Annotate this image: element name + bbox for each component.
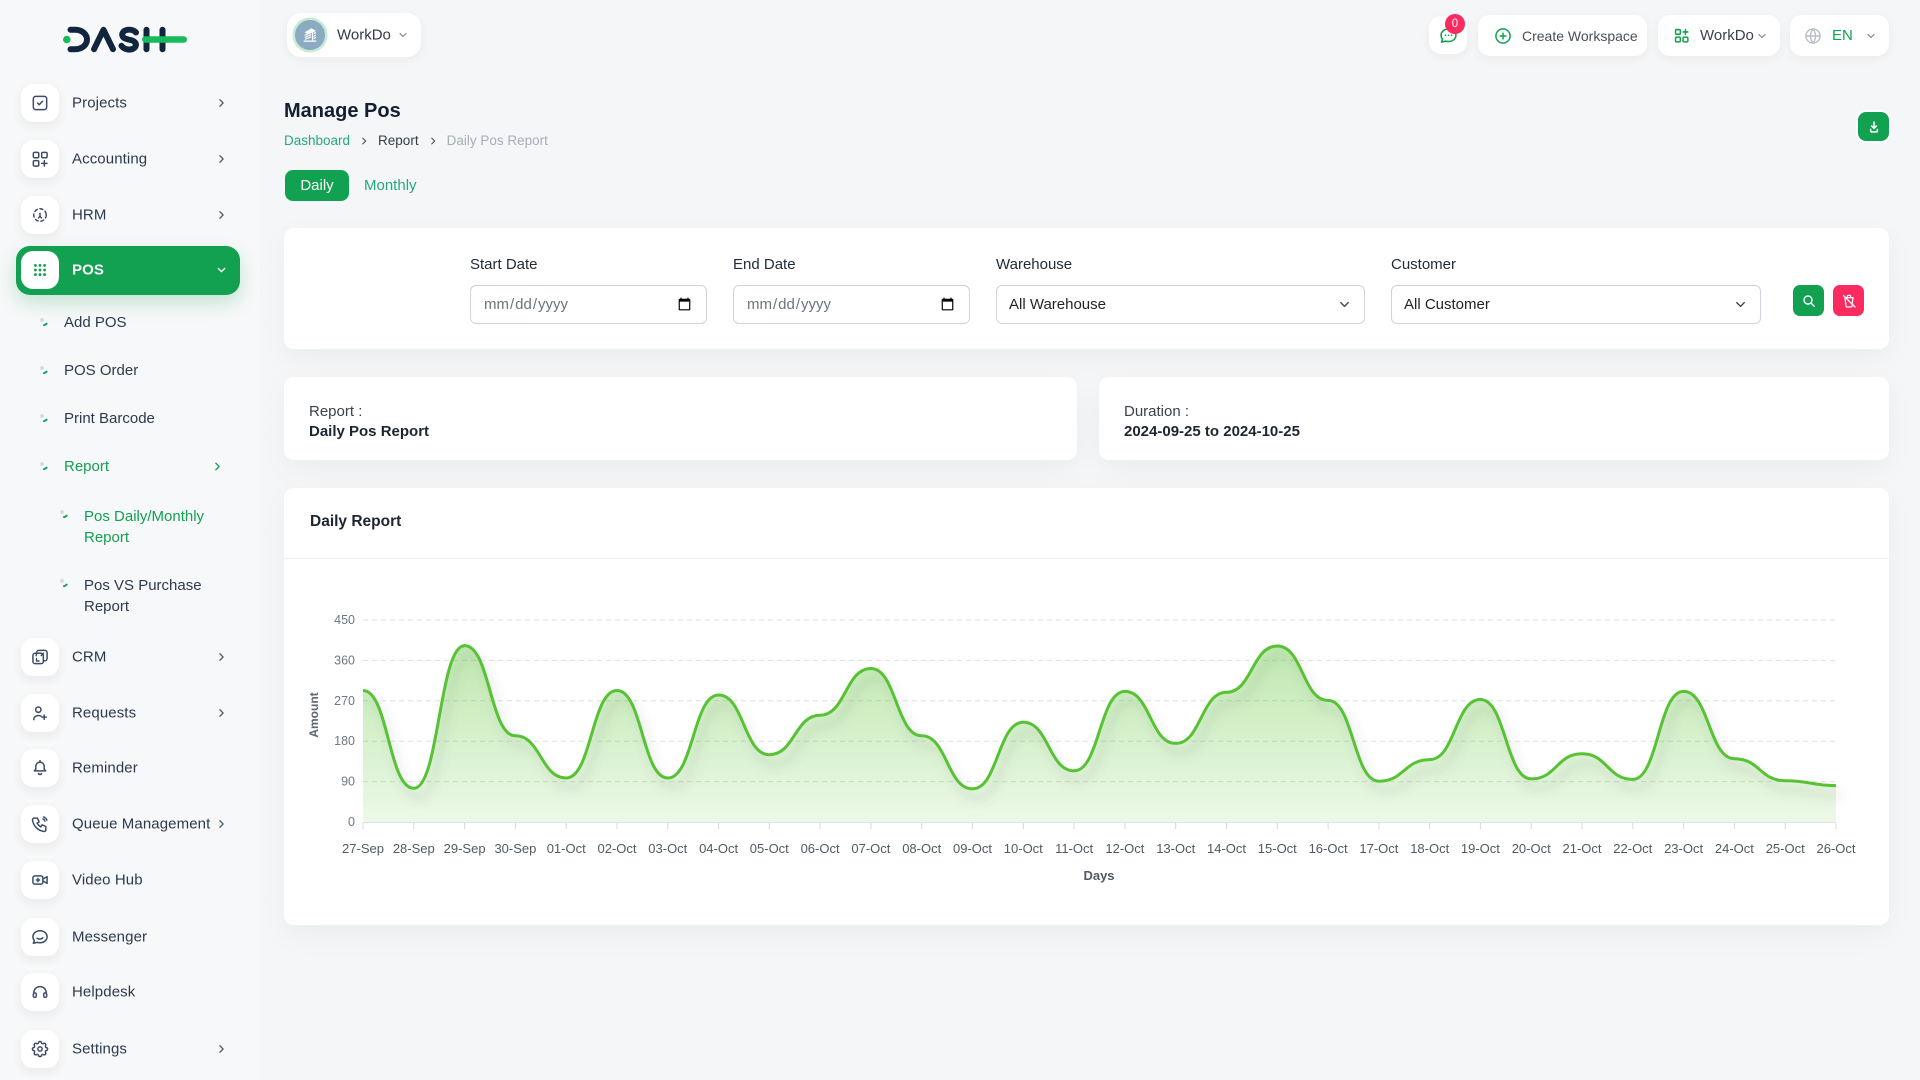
svg-text:10-Oct: 10-Oct [1004,841,1043,856]
svg-text:360: 360 [334,653,355,667]
svg-text:01-Oct: 01-Oct [547,841,586,856]
svg-text:27-Sep: 27-Sep [342,841,384,856]
svg-text:270: 270 [334,694,355,708]
svg-text:08-Oct: 08-Oct [902,841,941,856]
svg-text:04-Oct: 04-Oct [699,841,738,856]
svg-text:05-Oct: 05-Oct [750,841,789,856]
svg-text:28-Sep: 28-Sep [393,841,435,856]
svg-text:22-Oct: 22-Oct [1613,841,1652,856]
svg-text:03-Oct: 03-Oct [648,841,687,856]
svg-text:450: 450 [334,613,355,627]
svg-text:02-Oct: 02-Oct [597,841,636,856]
svg-text:21-Oct: 21-Oct [1562,841,1601,856]
svg-text:12-Oct: 12-Oct [1105,841,1144,856]
svg-text:25-Oct: 25-Oct [1766,841,1805,856]
svg-text:07-Oct: 07-Oct [851,841,890,856]
svg-text:30-Sep: 30-Sep [494,841,536,856]
svg-text:24-Oct: 24-Oct [1715,841,1754,856]
svg-text:19-Oct: 19-Oct [1461,841,1500,856]
svg-text:11-Oct: 11-Oct [1055,841,1093,856]
svg-text:20-Oct: 20-Oct [1512,841,1551,856]
svg-text:29-Sep: 29-Sep [444,841,486,856]
svg-text:09-Oct: 09-Oct [953,841,992,856]
svg-text:23-Oct: 23-Oct [1664,841,1703,856]
svg-text:180: 180 [334,734,355,748]
svg-text:90: 90 [341,775,355,789]
svg-text:26-Oct: 26-Oct [1816,841,1855,856]
svg-text:18-Oct: 18-Oct [1410,841,1449,856]
svg-text:0: 0 [348,815,355,829]
svg-text:15-Oct: 15-Oct [1258,841,1297,856]
svg-text:14-Oct: 14-Oct [1207,841,1246,856]
svg-text:16-Oct: 16-Oct [1309,841,1348,856]
svg-text:17-Oct: 17-Oct [1359,841,1398,856]
svg-text:Amount: Amount [307,692,321,737]
svg-text:Days: Days [1083,868,1114,883]
svg-text:13-Oct: 13-Oct [1156,841,1195,856]
svg-text:06-Oct: 06-Oct [801,841,840,856]
